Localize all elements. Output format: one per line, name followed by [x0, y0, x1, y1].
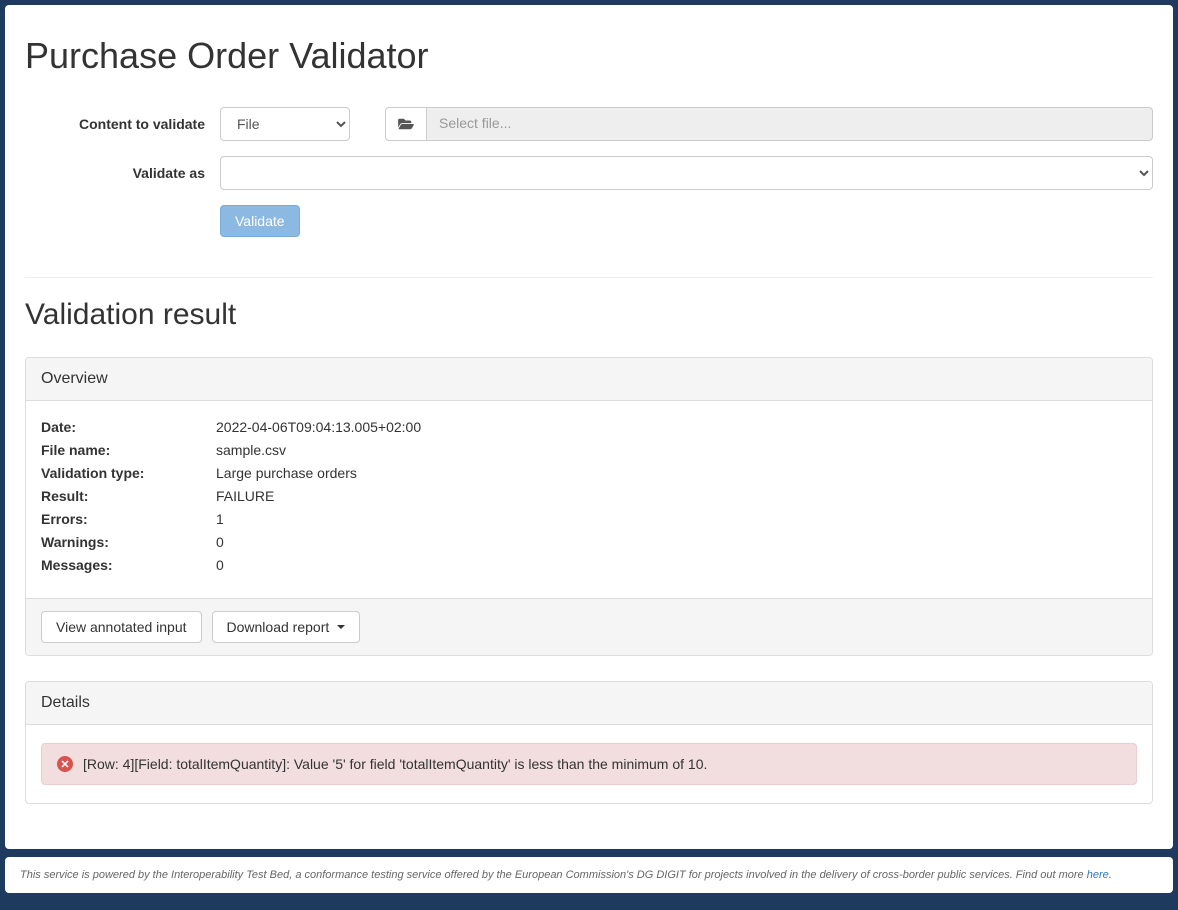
overview-date-value: 2022-04-06T09:04:13.005+02:00: [216, 419, 1137, 435]
overview-messages-row: Messages: 0: [41, 557, 1137, 573]
overview-messages-label: Messages:: [41, 557, 216, 573]
overview-warnings-value: 0: [216, 534, 1137, 550]
footer: This service is powered by the Interoper…: [5, 857, 1173, 893]
overview-result-row: Result: FAILURE: [41, 488, 1137, 504]
content-type-select[interactable]: File: [220, 107, 350, 141]
chevron-down-icon: [337, 625, 345, 629]
content-validate-label: Content to validate: [25, 116, 220, 132]
footer-link[interactable]: here: [1087, 869, 1109, 881]
validate-as-controls: [220, 156, 1153, 190]
overview-errors-value: 1: [216, 511, 1137, 527]
overview-date-label: Date:: [41, 419, 216, 435]
validate-button-row: Validate: [220, 205, 1153, 237]
footer-text-before: This service is powered by the Interoper…: [20, 869, 1087, 881]
download-report-label: Download report: [227, 619, 330, 635]
validate-button[interactable]: Validate: [220, 205, 300, 237]
overview-errors-row: Errors: 1: [41, 511, 1137, 527]
overview-date-row: Date: 2022-04-06T09:04:13.005+02:00: [41, 419, 1137, 435]
details-body: ✕ [Row: 4][Field: totalItemQuantity]: Va…: [26, 725, 1152, 803]
file-input-group: Select file...: [385, 107, 1153, 141]
validate-as-label: Validate as: [25, 165, 220, 181]
error-message-text: [Row: 4][Field: totalItemQuantity]: Valu…: [83, 756, 707, 772]
overview-body: Date: 2022-04-06T09:04:13.005+02:00 File…: [26, 401, 1152, 598]
overview-filename-row: File name: sample.csv: [41, 442, 1137, 458]
file-browse-button[interactable]: [385, 107, 427, 141]
overview-validation-type-row: Validation type: Large purchase orders: [41, 465, 1137, 481]
validation-result-title: Validation result: [25, 298, 1153, 332]
content-validate-controls: File Select file...: [220, 107, 1153, 141]
overview-filename-label: File name:: [41, 442, 216, 458]
overview-footer: View annotated input Download report: [26, 598, 1152, 655]
divider: [25, 277, 1153, 278]
download-report-button[interactable]: Download report: [212, 611, 361, 643]
file-placeholder-text[interactable]: Select file...: [427, 107, 1153, 141]
view-annotated-button[interactable]: View annotated input: [41, 611, 202, 643]
validate-as-select[interactable]: [220, 156, 1153, 190]
overview-filename-value: sample.csv: [216, 442, 1137, 458]
footer-text-after: .: [1109, 869, 1112, 881]
overview-panel: Overview Date: 2022-04-06T09:04:13.005+0…: [25, 357, 1153, 656]
overview-heading: Overview: [26, 358, 1152, 401]
overview-validation-type-value: Large purchase orders: [216, 465, 1137, 481]
overview-warnings-row: Warnings: 0: [41, 534, 1137, 550]
details-panel: Details ✕ [Row: 4][Field: totalItemQuant…: [25, 681, 1153, 804]
overview-messages-value: 0: [216, 557, 1137, 573]
details-heading: Details: [26, 682, 1152, 725]
main-content: Purchase Order Validator Content to vali…: [5, 5, 1173, 849]
overview-errors-label: Errors:: [41, 511, 216, 527]
content-validate-row: Content to validate File Select file...: [25, 107, 1153, 141]
error-alert: ✕ [Row: 4][Field: totalItemQuantity]: Va…: [41, 743, 1137, 785]
error-icon: ✕: [57, 756, 73, 772]
validate-as-row: Validate as: [25, 156, 1153, 190]
page-title: Purchase Order Validator: [25, 35, 1153, 77]
folder-open-icon: [398, 117, 414, 131]
overview-result-value: FAILURE: [216, 488, 1137, 504]
overview-result-label: Result:: [41, 488, 216, 504]
overview-validation-type-label: Validation type:: [41, 465, 216, 481]
overview-warnings-label: Warnings:: [41, 534, 216, 550]
